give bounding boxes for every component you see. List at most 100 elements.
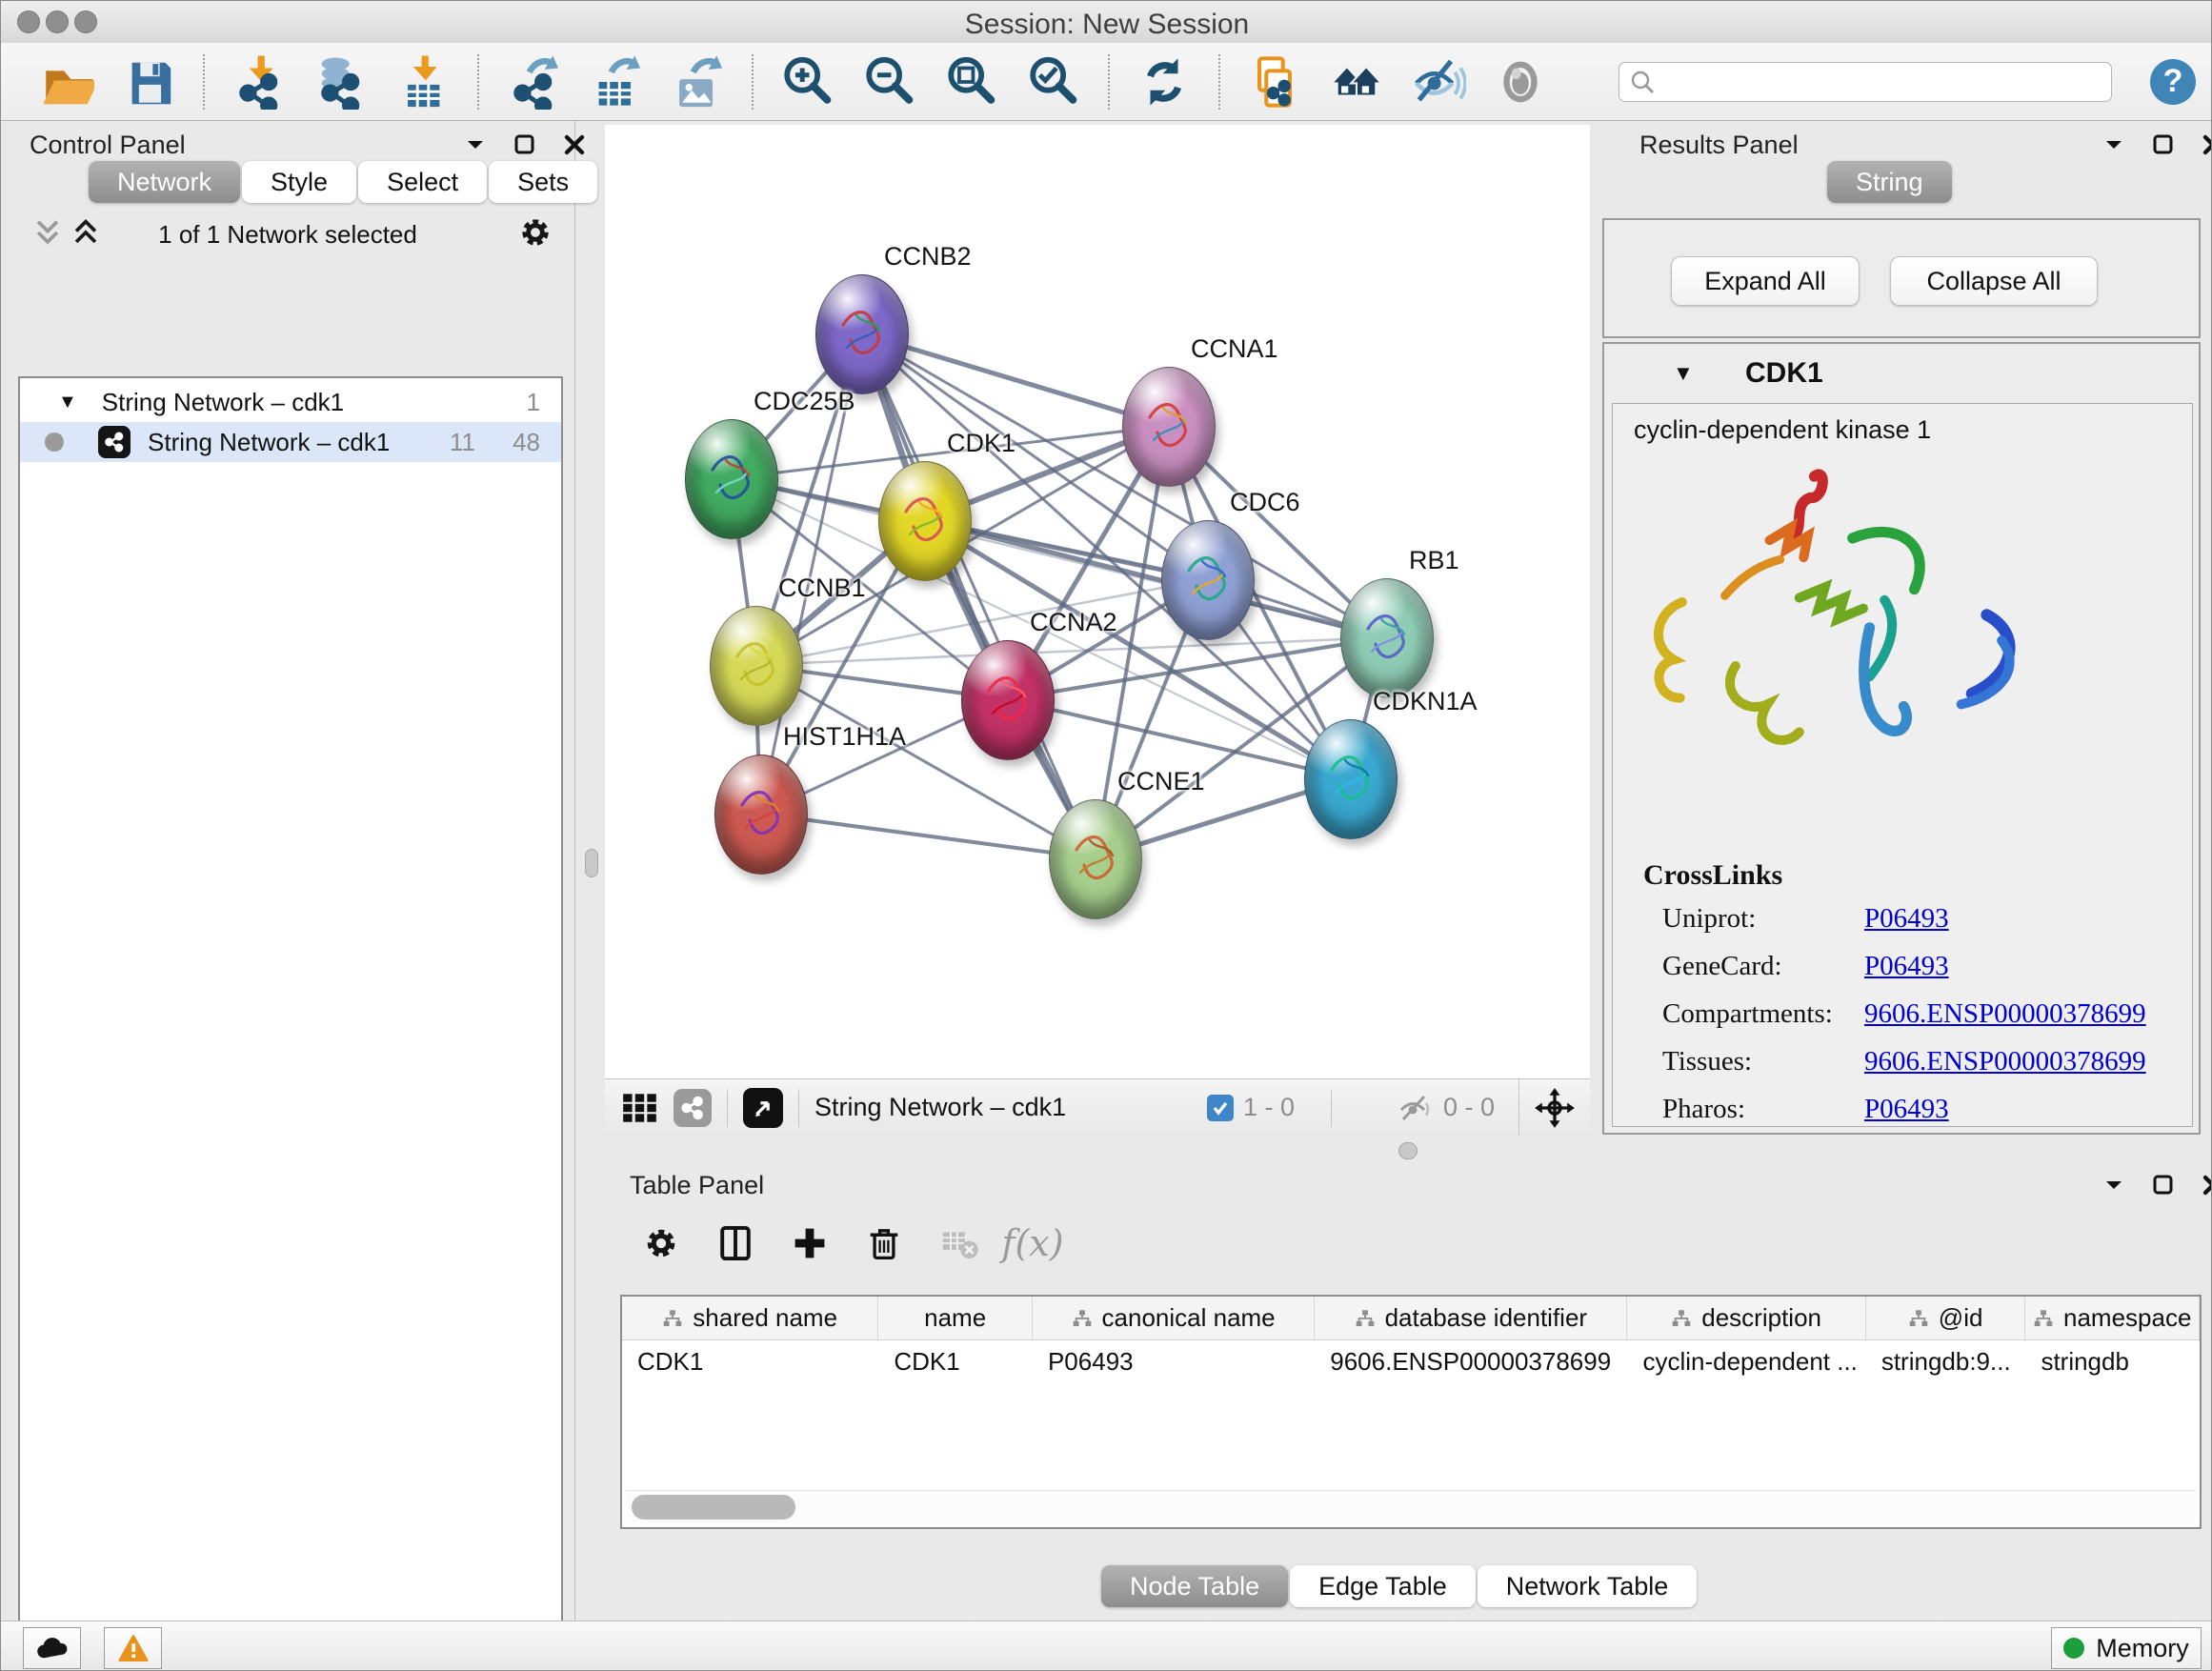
import-table-icon[interactable] — [392, 50, 454, 113]
crosslink-value-link[interactable]: P06493 — [1864, 951, 1949, 982]
help-icon[interactable]: ? — [2150, 59, 2196, 105]
show-columns-icon[interactable] — [709, 1217, 762, 1270]
expand-all-button[interactable]: Expand All — [1671, 256, 1860, 306]
edge-count: 48 — [513, 428, 540, 457]
node-CCNE1[interactable] — [1049, 799, 1142, 919]
panel-float-icon[interactable] — [2151, 132, 2176, 157]
zoom-selected-icon[interactable] — [1022, 50, 1085, 113]
tab-string[interactable]: String — [1827, 161, 1952, 203]
zoom-in-icon[interactable] — [776, 50, 839, 113]
results-panel-controls — [2101, 132, 2212, 157]
network-label: String Network – cdk1 — [148, 428, 390, 457]
tab-node-table[interactable]: Node Table — [1101, 1565, 1288, 1607]
crosslink-value-link[interactable]: P06493 — [1864, 1094, 1949, 1125]
import-network-file-icon[interactable] — [228, 50, 291, 113]
tab-style[interactable]: Style — [242, 161, 356, 203]
grid-view-icon[interactable] — [620, 1088, 660, 1128]
string-home-icon[interactable] — [1325, 50, 1388, 113]
memory-button[interactable]: Memory — [2051, 1627, 2202, 1669]
delete-column-icon[interactable] — [857, 1217, 911, 1270]
column-header-name[interactable]: name — [878, 1297, 1033, 1339]
node-CDKN1A[interactable] — [1304, 719, 1398, 839]
function-builder-icon[interactable]: f(x) — [1006, 1217, 1059, 1270]
panel-collapse-icon[interactable] — [463, 132, 488, 157]
show-graphics-icon[interactable] — [1489, 50, 1552, 113]
string-view-icon[interactable] — [674, 1089, 712, 1127]
bottom-splitter-handle[interactable] — [1398, 1142, 1418, 1159]
edge-CCNB2-CCNE1[interactable] — [861, 333, 1095, 858]
node-CDK1[interactable] — [878, 461, 972, 581]
export-image-icon[interactable] — [666, 50, 729, 113]
refresh-icon[interactable] — [1133, 50, 1196, 113]
network-collection-row[interactable]: ▼ String Network – cdk1 1 — [20, 382, 561, 422]
column-header-description[interactable]: description — [1627, 1297, 1865, 1339]
memory-status-dot-icon — [2063, 1638, 2084, 1659]
network-row-selected[interactable]: String Network – cdk1 11 48 — [20, 422, 561, 462]
zoom-fit-icon[interactable] — [940, 50, 1003, 113]
node-CCNA2[interactable] — [961, 640, 1055, 760]
column-header-database-identifier[interactable]: database identifier — [1315, 1297, 1627, 1339]
export-network-icon[interactable] — [502, 50, 565, 113]
tab-select[interactable]: Select — [358, 161, 487, 203]
panel-float-icon[interactable] — [2151, 1173, 2176, 1198]
expander-icon[interactable]: ▼ — [58, 392, 77, 413]
node-CDC6[interactable] — [1161, 520, 1255, 640]
export-table-icon[interactable] — [584, 50, 647, 113]
edge-CCNE1-HIST1H1A[interactable] — [760, 814, 1095, 858]
warning-status-button[interactable] — [104, 1627, 162, 1669]
add-column-icon[interactable] — [783, 1217, 836, 1270]
node-label-CCNA2: CCNA2 — [1030, 608, 1117, 637]
table-options-gear-icon[interactable] — [634, 1217, 688, 1270]
gene-expander-icon[interactable]: ▼ — [1673, 361, 1694, 386]
node-CDC25B[interactable] — [685, 419, 778, 539]
table-row[interactable]: CDK1CDK1P064939606.ENSP00000378699cyclin… — [622, 1340, 2200, 1382]
table-cell: P06493 — [1033, 1340, 1315, 1382]
search-input[interactable] — [1619, 62, 2112, 102]
delete-table-icon[interactable] — [932, 1217, 985, 1270]
tab-network[interactable]: Network — [89, 161, 240, 203]
selected-checkbox-icon[interactable] — [1207, 1095, 1234, 1121]
column-header-@id[interactable]: @id — [1866, 1297, 2026, 1339]
cloud-status-button[interactable] — [23, 1627, 81, 1669]
panel-float-icon[interactable] — [513, 132, 537, 157]
node-CCNB2[interactable] — [815, 274, 909, 394]
detach-view-icon[interactable] — [743, 1088, 783, 1128]
birdseye-toggle-icon[interactable] — [1518, 1079, 1590, 1136]
share-document-icon[interactable] — [1243, 50, 1306, 113]
crosslink-value-link[interactable]: P06493 — [1864, 903, 1949, 935]
hide-glass-eye-icon[interactable] — [1407, 50, 1470, 113]
node-CCNB1[interactable] — [710, 606, 803, 726]
main-toolbar: ? — [1, 43, 2212, 121]
tab-network-table[interactable]: Network Table — [1478, 1565, 1698, 1607]
zoom-out-icon[interactable] — [858, 50, 921, 113]
collapse-all-button[interactable]: Collapse All — [1890, 256, 2098, 306]
crosslink-value-link[interactable]: 9606.ENSP00000378699 — [1864, 998, 2146, 1030]
left-splitter-handle[interactable] — [585, 849, 598, 877]
tab-edge-table[interactable]: Edge Table — [1290, 1565, 1476, 1607]
tab-sets[interactable]: Sets — [489, 161, 597, 203]
node-HIST1H1A[interactable] — [714, 755, 808, 875]
panel-collapse-icon[interactable] — [2101, 1173, 2126, 1198]
table-cell: stringdb — [2025, 1340, 2200, 1382]
crosslink-value-link[interactable]: 9606.ENSP00000378699 — [1864, 1046, 2146, 1077]
warning-icon — [118, 1634, 149, 1662]
control-panel-controls — [463, 132, 587, 157]
save-session-icon[interactable] — [117, 50, 180, 113]
column-header-shared-name[interactable]: shared name — [622, 1297, 878, 1339]
column-header-canonical-name[interactable]: canonical name — [1033, 1297, 1315, 1339]
table-hscrollbar-thumb[interactable] — [632, 1495, 795, 1520]
panel-close-icon[interactable] — [2201, 1173, 2212, 1198]
open-session-icon[interactable] — [35, 50, 98, 113]
column-header-namespace[interactable]: namespace — [2025, 1297, 2200, 1339]
control-panel-tabs: NetworkStyleSelectSets — [89, 161, 599, 203]
table-panel: Table Panel f(x) shared namenamecanonica… — [575, 1161, 2212, 1621]
node-RB1[interactable] — [1340, 578, 1434, 698]
network-options-gear-icon[interactable] — [515, 212, 555, 257]
panel-close-icon[interactable] — [562, 132, 587, 157]
panel-collapse-icon[interactable] — [2101, 132, 2126, 157]
import-network-database-icon[interactable] — [310, 50, 372, 113]
node-label-CCNA1: CCNA1 — [1191, 334, 1278, 364]
panel-close-icon[interactable] — [2201, 132, 2212, 157]
network-canvas[interactable]: CCNB2CCNA1CDC25BCDK1CDC6RB1CCNB1CCNA2CDK… — [605, 125, 1590, 1078]
node-CCNA1[interactable] — [1122, 367, 1216, 487]
